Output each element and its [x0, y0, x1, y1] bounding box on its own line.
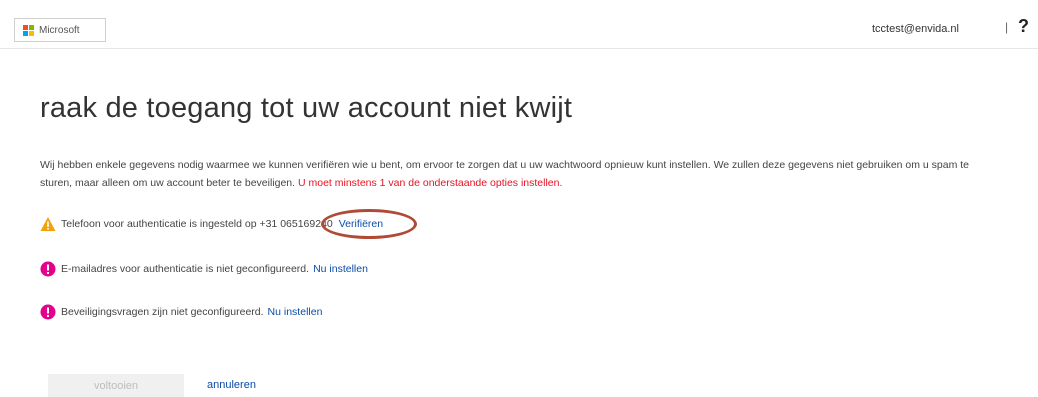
setup-email-link[interactable]: Nu instellen: [313, 263, 368, 275]
setup-security-questions-link[interactable]: Nu instellen: [268, 306, 323, 318]
security-questions-text: Beveiligingsvragen zijn niet geconfigure…: [61, 306, 264, 318]
error-icon: [40, 304, 56, 320]
verify-link[interactable]: Verifiëren: [339, 218, 383, 230]
help-button[interactable]: ?: [1018, 16, 1029, 37]
intro-warning: U moet minstens 1 van de onderstaande op…: [297, 177, 563, 189]
phone-status-text: Telefoon voor authenticatie is ingesteld…: [61, 218, 333, 230]
phone-status-row: Telefoon voor authenticatie is ingesteld…: [40, 209, 417, 239]
microsoft-logo-icon: [23, 24, 34, 36]
brand-label: Microsoft: [39, 24, 80, 36]
error-icon: [40, 261, 56, 277]
user-email[interactable]: tcctest@envida.nl: [872, 23, 959, 35]
intro-paragraph: Wij hebben enkele gegevens nodig waarmee…: [40, 156, 980, 192]
finish-button[interactable]: voltooien: [48, 374, 184, 397]
security-questions-row: Beveiligingsvragen zijn niet geconfigure…: [40, 304, 322, 320]
header-divider: |: [1005, 20, 1009, 34]
page-title: raak de toegang tot uw account niet kwij…: [40, 92, 573, 124]
cancel-link[interactable]: annuleren: [207, 379, 256, 391]
microsoft-logo[interactable]: Microsoft: [14, 18, 106, 42]
email-status-text: E-mailadres voor authenticatie is niet g…: [61, 263, 310, 275]
email-status-row: E-mailadres voor authenticatie is niet g…: [40, 261, 368, 277]
top-bar: Microsoft tcctest@envida.nl | ?: [0, 0, 1038, 49]
warning-icon: [40, 217, 56, 231]
